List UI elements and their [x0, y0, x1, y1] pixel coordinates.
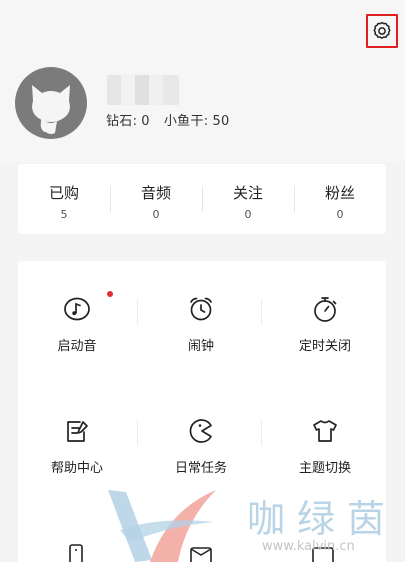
menu-item-label: 帮助中心	[50, 461, 103, 476]
cat-avatar-icon	[32, 85, 70, 134]
settings-button[interactable]	[366, 14, 398, 48]
watermark-url: www.kalvin.cn	[262, 539, 355, 554]
avatar[interactable]	[15, 67, 87, 139]
menu-item-label: 闹钟	[187, 339, 214, 354]
tshirt-icon	[310, 416, 340, 446]
stat-label: 关注	[232, 184, 263, 202]
menu-item-help-center[interactable]: 帮助中心	[16, 416, 138, 476]
balance-info: 钻石: 0 小鱼干: 50	[106, 110, 234, 129]
stat-audio[interactable]: 音频 0	[110, 164, 202, 234]
divider	[137, 299, 138, 325]
mail-icon	[190, 547, 212, 562]
diamond-label: 钻石:	[106, 114, 138, 129]
stat-label: 音频	[140, 184, 171, 202]
menu-item-label: 日常任务	[174, 461, 227, 476]
stat-label: 已购	[48, 184, 79, 202]
stat-label: 粉丝	[324, 184, 355, 202]
phone-icon	[69, 544, 83, 562]
alarm-clock-icon	[186, 294, 216, 324]
stat-followers[interactable]: 粉丝 0	[294, 164, 386, 234]
menu-item-daily-tasks[interactable]: 日常任务	[140, 416, 262, 476]
menu-item-theme-switch[interactable]: 主题切换	[264, 416, 386, 476]
watermark-text: 咖绿茵	[247, 497, 398, 541]
menu-item-sleep-timer[interactable]: 定时关闭	[264, 294, 386, 354]
gear-icon	[373, 21, 391, 39]
stat-value: 0	[152, 208, 160, 221]
divider	[137, 420, 138, 446]
divider	[261, 420, 262, 446]
stat-following[interactable]: 关注 0	[202, 164, 294, 234]
menu-item-label: 定时关闭	[298, 339, 351, 354]
timer-icon	[310, 294, 340, 324]
stat-value: 5	[60, 208, 68, 221]
pacman-task-icon	[186, 416, 216, 446]
fish-value: 50	[212, 114, 230, 129]
username-blurred	[107, 75, 179, 105]
menu-item-label: 主题切换	[298, 461, 351, 476]
menu-item-alarm[interactable]: 闹钟	[140, 294, 262, 354]
help-edit-icon	[62, 416, 92, 446]
fish-label: 小鱼干:	[163, 114, 209, 129]
stat-value: 0	[244, 208, 252, 221]
menu-item-label: 启动音	[57, 339, 97, 354]
notification-dot	[107, 291, 113, 297]
menu-item-startup-sound[interactable]: 启动音	[16, 294, 138, 354]
stats-card: 已购 5 音频 0 关注 0 粉丝 0	[18, 164, 386, 234]
music-note-icon	[62, 294, 92, 324]
divider	[261, 299, 262, 325]
stat-purchased[interactable]: 已购 5	[18, 164, 110, 234]
diamond-value: 0	[141, 114, 150, 129]
stat-value: 0	[336, 208, 344, 221]
